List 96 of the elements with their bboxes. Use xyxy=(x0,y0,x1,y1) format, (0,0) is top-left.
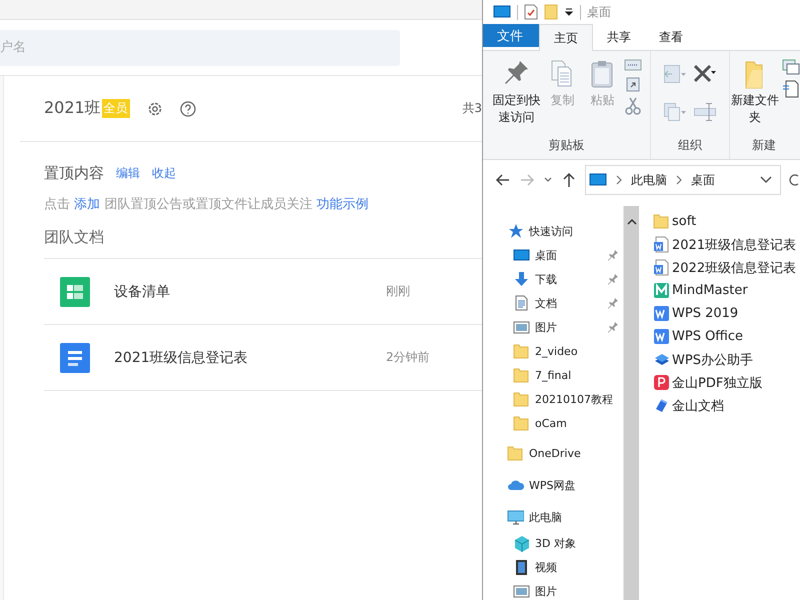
cube-icon xyxy=(513,534,530,552)
file-item[interactable]: MindMaster xyxy=(653,279,800,302)
ribbon-group-label: 新建 xyxy=(752,137,776,154)
rename-icon xyxy=(694,103,716,121)
nav-item[interactable]: 3D 对象 xyxy=(483,531,623,555)
wps-app-icon xyxy=(653,305,670,322)
chevron-right-icon xyxy=(615,175,623,185)
folder-icon xyxy=(513,342,530,360)
desktop-icon xyxy=(513,246,530,264)
dropdown-icon xyxy=(564,7,574,17)
file-item[interactable]: 金山文档 xyxy=(653,394,800,417)
file-item[interactable]: 金山PDF独立版 xyxy=(653,371,800,394)
nav-item[interactable]: 文档 xyxy=(483,291,623,315)
nav-item[interactable]: 2_video xyxy=(483,339,623,363)
nav-item[interactable]: 7_final xyxy=(483,363,623,387)
chevron-down-icon xyxy=(760,175,772,185)
ribbon-group-label: 组织 xyxy=(678,137,702,154)
ribbon-tab[interactable]: 主页 xyxy=(539,24,593,51)
member-count: 共3 xyxy=(462,100,482,117)
window-title: 桌面 xyxy=(587,4,611,20)
file-item[interactable]: WPS Office xyxy=(653,325,800,348)
shortcut-icon xyxy=(626,76,640,92)
team-name: 2021班 xyxy=(44,98,101,119)
desktop-icon xyxy=(493,5,511,19)
ribbon-button[interactable]: 新建文件夹 xyxy=(730,57,780,131)
folder-icon xyxy=(513,366,530,384)
section-title: 置顶内容 xyxy=(44,164,104,183)
mind-map-app-icon xyxy=(653,282,670,299)
refresh-icon xyxy=(789,172,799,188)
breadcrumb[interactable]: 此电脑 xyxy=(631,172,667,188)
action-link[interactable]: 编辑 xyxy=(116,165,140,182)
help-icon[interactable] xyxy=(180,100,196,116)
breadcrumb[interactable]: 桌面 xyxy=(691,172,715,188)
nav-item[interactable]: 下载 xyxy=(483,267,623,291)
hint-link[interactable]: 添加 xyxy=(74,197,100,212)
nav-item[interactable]: OneDrive xyxy=(483,439,623,467)
folder-icon xyxy=(513,414,530,432)
move-to-icon xyxy=(664,65,686,83)
picture-icon xyxy=(513,318,530,336)
nav-item[interactable]: WPS网盘 xyxy=(483,471,623,499)
pdf-app-icon xyxy=(653,374,670,391)
file-menu-tab[interactable]: 文件 xyxy=(483,24,539,47)
copy-to-icon xyxy=(664,103,686,121)
nav-item[interactable]: 快速访问 xyxy=(483,219,623,243)
nav-item[interactable]: 视频 xyxy=(483,555,623,579)
forward-arrow-icon xyxy=(519,172,535,188)
nav-item[interactable]: 此电脑 xyxy=(483,503,623,531)
action-link[interactable]: 收起 xyxy=(152,165,176,182)
settings-icon[interactable] xyxy=(146,100,163,116)
file-item[interactable]: soft xyxy=(653,210,800,233)
folder-icon xyxy=(513,390,530,408)
delete-icon xyxy=(694,65,716,83)
cloud-document-icon xyxy=(653,397,670,414)
ribbon-group-label: 剪贴板 xyxy=(548,137,585,154)
document-icon xyxy=(60,342,90,372)
chevron-right-icon xyxy=(675,175,683,185)
file-item[interactable]: 2022班级信息登记表 xyxy=(653,256,800,279)
folder-icon xyxy=(544,4,558,20)
scrollbar[interactable] xyxy=(623,206,639,600)
doc-name: 设备清单 xyxy=(114,282,171,300)
path-icon xyxy=(624,59,642,71)
word-file-icon xyxy=(653,259,670,276)
folder-icon xyxy=(507,444,524,462)
scissors-icon xyxy=(624,97,641,115)
properties-icon xyxy=(524,4,538,20)
file-item[interactable]: 2021班级信息登记表 xyxy=(653,233,800,256)
folder-icon xyxy=(653,213,670,230)
nav-item[interactable]: 桌面 xyxy=(483,243,623,267)
download-arrow-icon xyxy=(513,270,530,288)
chevron-up-icon xyxy=(626,218,636,226)
desktop-icon xyxy=(589,173,607,187)
address-bar[interactable]: 此电脑 桌面 xyxy=(585,165,781,195)
back-arrow-icon xyxy=(495,172,511,188)
doc-time: 2分钟前 xyxy=(386,349,430,366)
document-icon xyxy=(513,294,530,312)
section-title: 团队文档 xyxy=(44,228,104,247)
spreadsheet-icon xyxy=(60,276,90,306)
wps-app-icon xyxy=(653,328,670,345)
nav-item[interactable]: oCam xyxy=(483,411,623,435)
film-icon xyxy=(513,558,530,576)
star-icon xyxy=(507,222,524,240)
search-field[interactable]: 户名 xyxy=(0,30,400,66)
up-arrow-icon xyxy=(561,172,577,188)
doc-name: 2021班级信息登记表 xyxy=(114,348,249,366)
member-badge: 全员 xyxy=(102,99,130,118)
nav-item[interactable]: 图片 xyxy=(483,315,623,339)
nav-item[interactable]: 图片 xyxy=(483,579,623,600)
ribbon-button[interactable]: 固定到快速访问 xyxy=(492,57,542,131)
monitor-icon xyxy=(507,508,524,526)
hint-link[interactable]: 功能示例 xyxy=(316,197,368,212)
stacked-sheets-icon xyxy=(653,351,670,368)
file-item[interactable]: WPS 2019 xyxy=(653,302,800,325)
word-file-icon xyxy=(653,236,670,253)
file-item[interactable]: WPS办公助手 xyxy=(653,348,800,371)
nav-item[interactable]: 20210107教程 xyxy=(483,387,623,411)
doc-time: 刚刚 xyxy=(386,283,410,300)
